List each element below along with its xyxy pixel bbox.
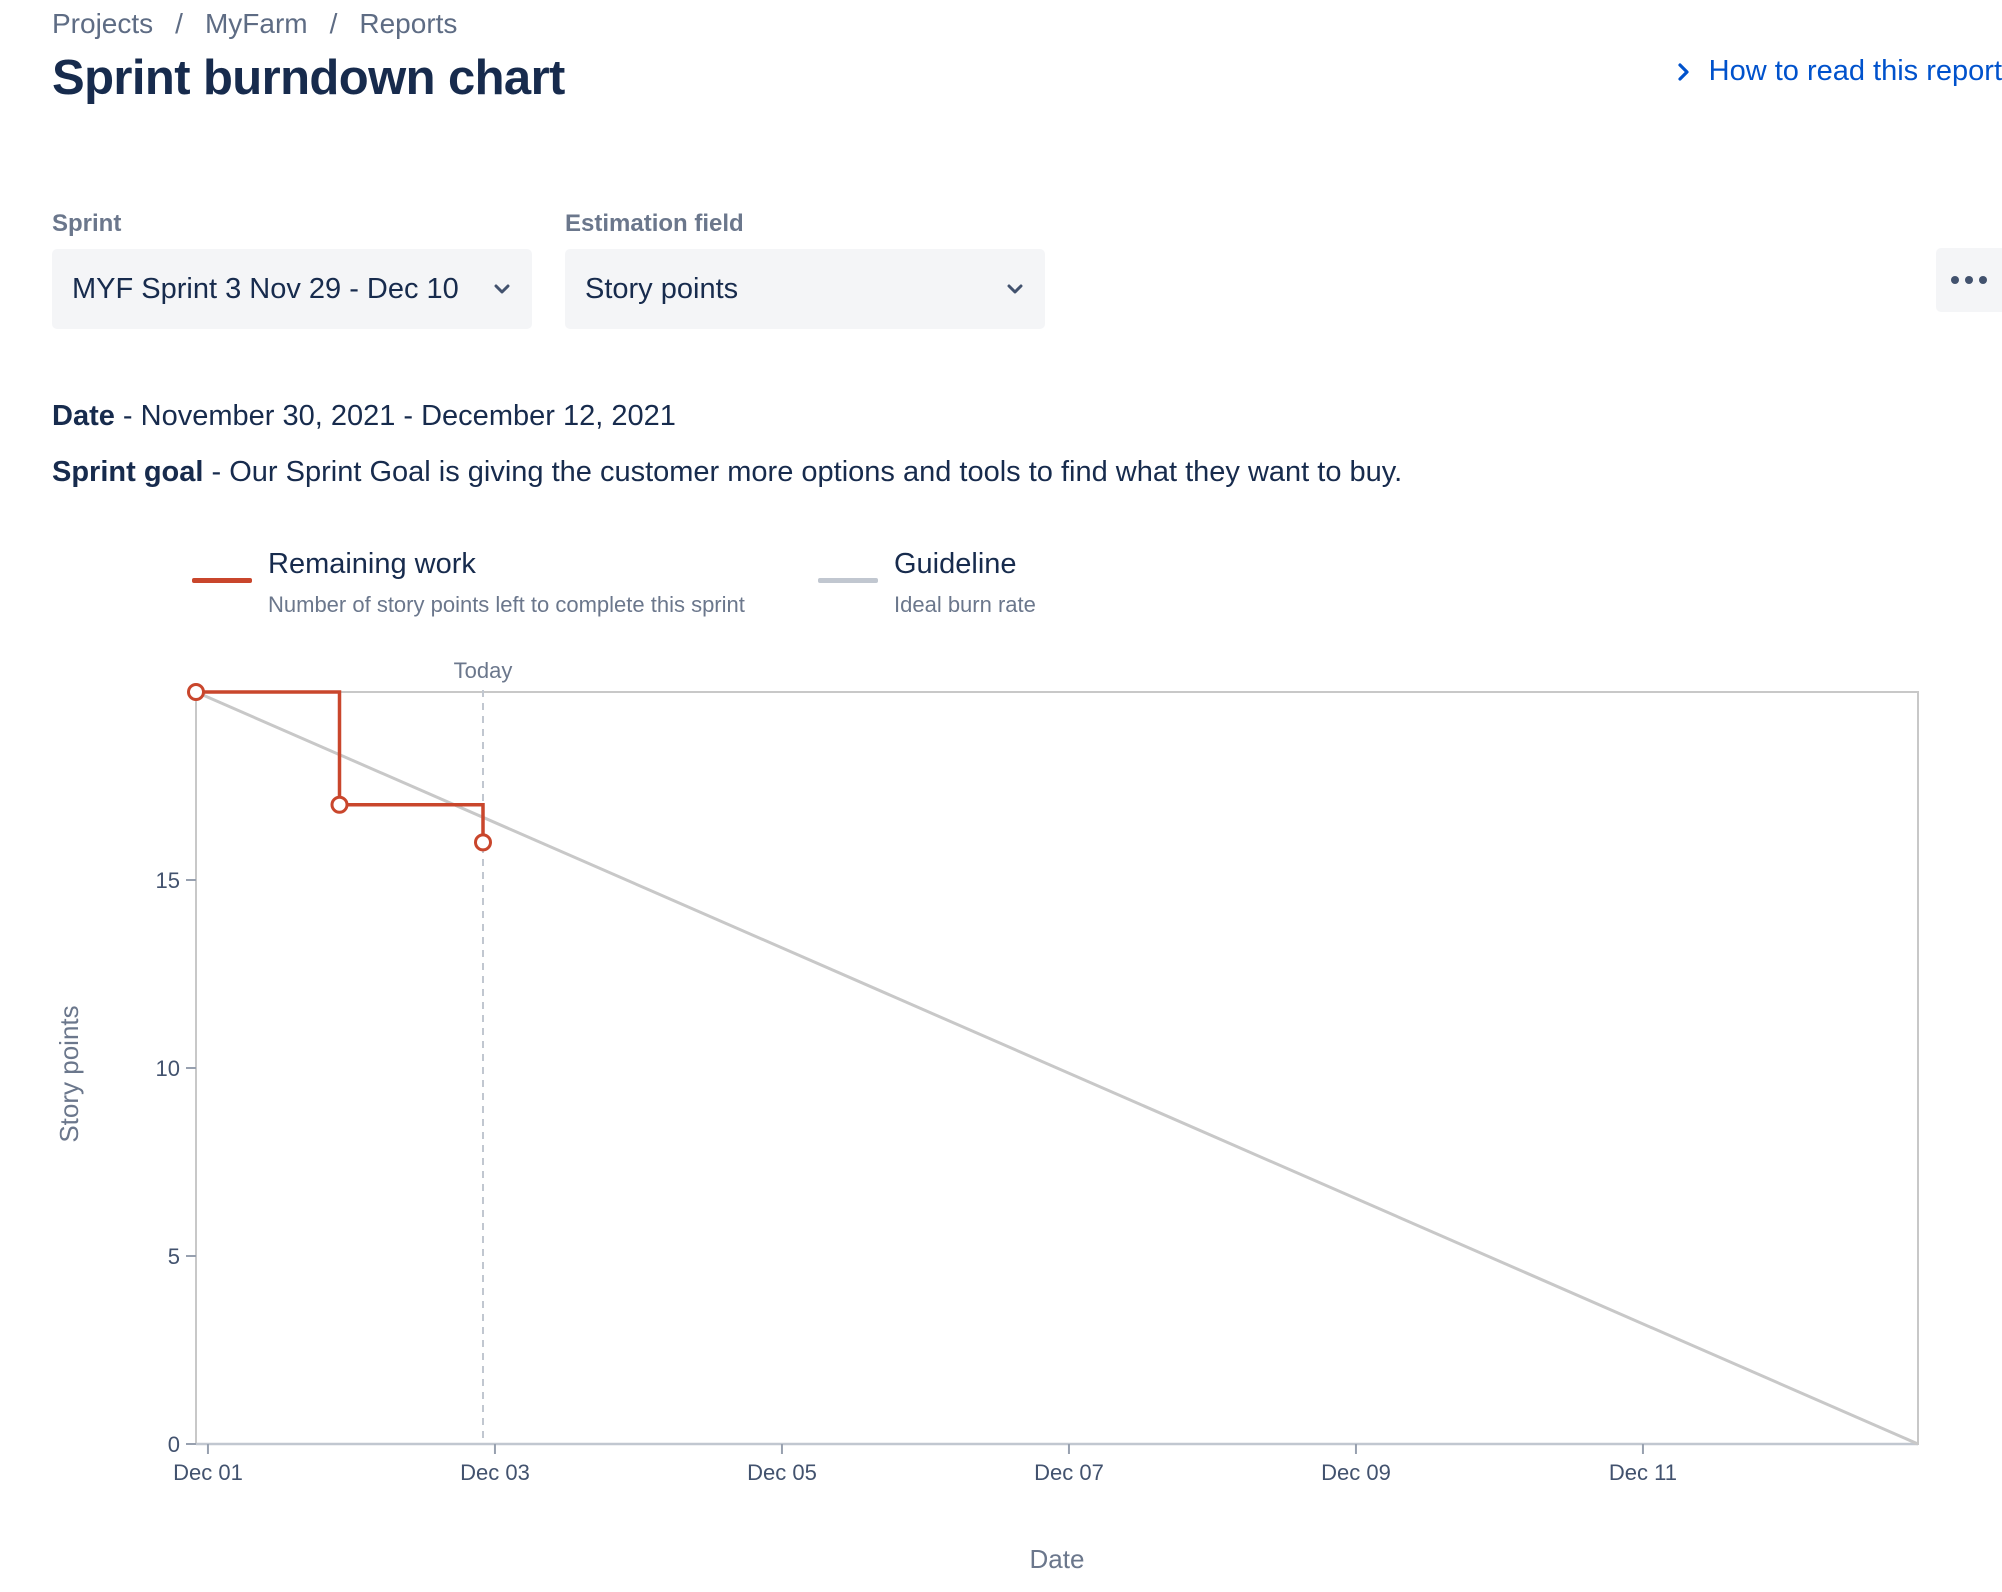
burndown-chart: 0 5 10 15 Dec 01 Dec 03 Dec 05 Dec 07 Dec 09 Dec … — [54, 658, 1919, 1574]
x-axis-title: Date — [1030, 1544, 1085, 1574]
legend-guideline-description: Ideal burn rate — [894, 592, 1036, 617]
chevron-down-icon — [1007, 284, 1023, 294]
x-tick-label: Dec 03 — [460, 1460, 530, 1485]
legend-remaining-work-swatch — [192, 578, 252, 583]
legend-remaining-work-description: Number of story points left to complete … — [268, 592, 745, 617]
x-tick-label: Dec 01 — [173, 1460, 243, 1485]
how-to-read-label: How to read this report — [1708, 55, 2002, 87]
more-actions-button[interactable] — [1936, 248, 2002, 312]
x-tick-label: Dec 09 — [1321, 1460, 1391, 1485]
breadcrumb-separator: / — [175, 8, 183, 39]
x-tick-label: Dec 05 — [747, 1460, 817, 1485]
remaining-work-point — [187, 683, 205, 701]
remaining-work-series — [196, 690, 485, 843]
legend-guideline-title: Guideline — [894, 548, 1017, 580]
y-tick-label: 10 — [156, 1056, 180, 1081]
estimation-field-select[interactable]: Story points — [565, 249, 1045, 329]
breadcrumb-projects[interactable]: Projects — [52, 8, 153, 40]
page-title: Sprint burndown chart — [52, 51, 565, 105]
chevron-down-icon — [494, 284, 510, 294]
y-tick-label: 15 — [156, 868, 180, 893]
sprint-select-value: MYF Sprint 3 Nov 29 - Dec 10 — [72, 272, 459, 305]
more-icon — [1951, 276, 1987, 284]
remaining-work-point — [330, 795, 349, 814]
sprint-goal-label: Sprint goal — [52, 456, 204, 488]
x-tick-label: Dec 07 — [1034, 1460, 1104, 1485]
chevron-right-icon — [1678, 62, 1689, 81]
sprint-label: Sprint — [52, 210, 122, 237]
sprint-goal: Sprint goal - Our Sprint Goal is giving … — [52, 456, 1402, 489]
breadcrumb-reports[interactable]: Reports — [359, 8, 457, 40]
y-tick-label: 5 — [168, 1244, 180, 1269]
y-axis-title: Story points — [54, 1005, 84, 1142]
sprint-date-label: Date — [52, 400, 115, 432]
breadcrumb-myfarm[interactable]: MyFarm — [205, 8, 308, 40]
how-to-read-link[interactable]: How to read this report — [1677, 55, 2002, 88]
remaining-work-point — [474, 833, 492, 852]
breadcrumb: Projects / MyFarm / Reports — [52, 8, 457, 40]
sprint-select[interactable]: MYF Sprint 3 Nov 29 - Dec 10 — [52, 249, 532, 329]
estimation-field-label: Estimation field — [565, 210, 744, 237]
x-tick-label: Dec 11 — [1609, 1460, 1677, 1485]
breadcrumb-separator: / — [329, 8, 338, 39]
sprint-date: Date - November 30, 2021 - December 12, … — [52, 400, 676, 433]
sprint-date-value: - November 30, 2021 - December 12, 2021 — [114, 400, 676, 432]
y-tick-label: 0 — [168, 1432, 180, 1457]
estimation-field-value: Story points — [585, 272, 739, 305]
sprint-goal-value: - Our Sprint Goal is giving the customer… — [203, 456, 1403, 488]
legend-remaining-work-title: Remaining work — [268, 548, 476, 580]
legend-guideline-swatch — [818, 578, 878, 583]
today-label: Today — [454, 658, 513, 683]
